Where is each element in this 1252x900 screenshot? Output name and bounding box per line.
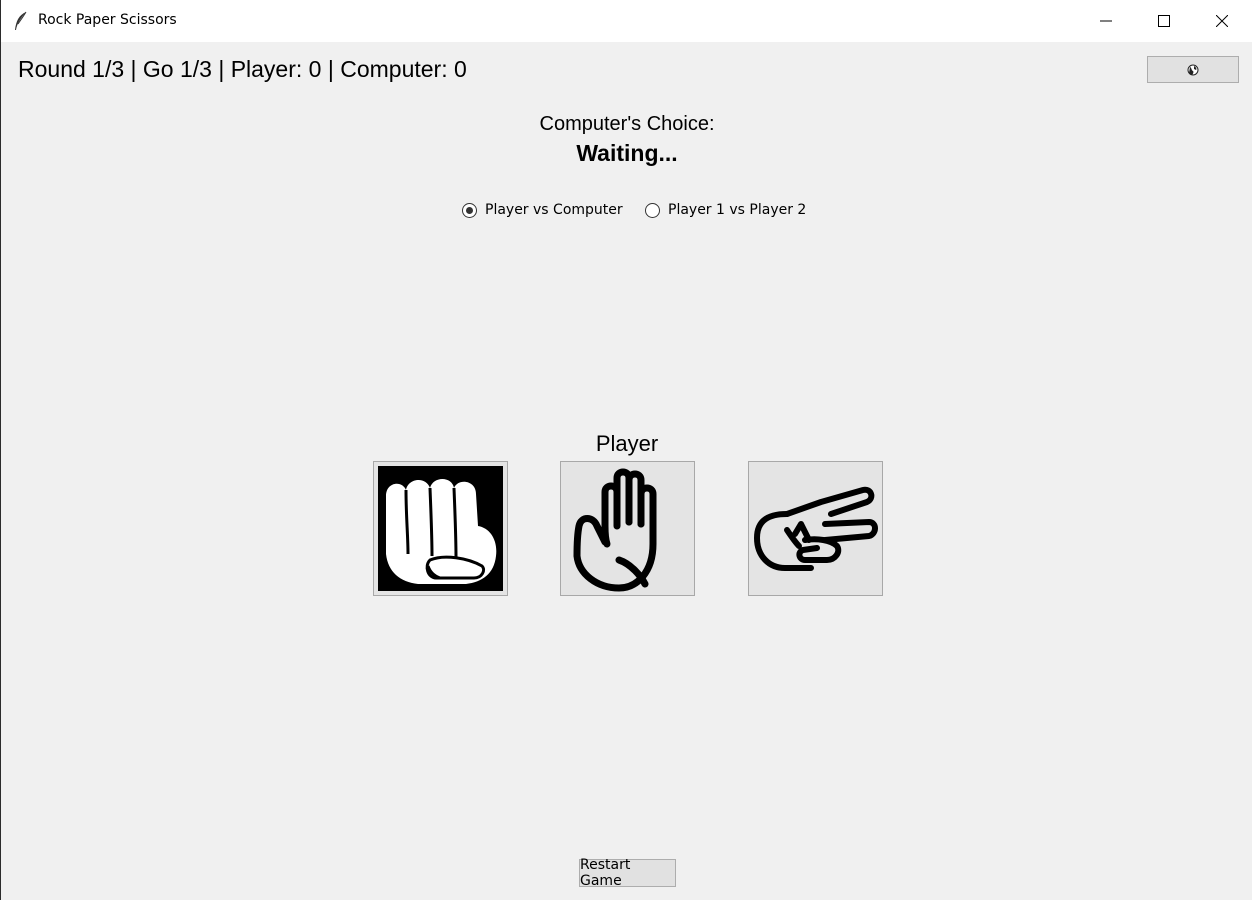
- app-window: Rock Paper Scissors Round 1/3 | Go 1/3 |…: [0, 0, 1252, 900]
- mode-radio-pvc[interactable]: Player vs Computer: [462, 199, 623, 221]
- minimize-icon: [1100, 20, 1112, 22]
- player-label: Player: [595, 431, 659, 456]
- radio-dot: [466, 206, 473, 214]
- close-button[interactable]: [1193, 0, 1251, 42]
- minimize-button[interactable]: [1077, 0, 1135, 42]
- paper-button[interactable]: [560, 461, 695, 596]
- mode-radio-label: Player 1 vs Player 2: [668, 202, 807, 218]
- close-icon: [1216, 15, 1228, 27]
- computer-choice-label: Computer's Choice:: [539, 113, 715, 135]
- restart-game-button[interactable]: Restart Game: [579, 857, 676, 889]
- maximize-icon: [1158, 15, 1170, 27]
- scissors-hand-icon: [753, 486, 878, 571]
- radio-button-unselected[interactable]: [645, 202, 660, 218]
- fist-icon: [378, 466, 503, 591]
- open-hand-icon: [573, 468, 656, 591]
- computer-choice-value: Waiting...: [576, 140, 678, 166]
- language-button[interactable]: [1147, 56, 1239, 83]
- maximize-button[interactable]: [1135, 0, 1193, 42]
- globe-icon: [1187, 64, 1199, 75]
- mode-radio-label: Player vs Computer: [485, 202, 623, 218]
- radio-button-selected[interactable]: [462, 202, 477, 218]
- scissors-button[interactable]: [748, 461, 883, 596]
- feather-icon: [13, 11, 29, 31]
- mode-radio-pvp[interactable]: Player 1 vs Player 2: [645, 199, 806, 221]
- rock-button[interactable]: [373, 461, 508, 596]
- score-status: Round 1/3 | Go 1/3 | Player: 0 | Compute…: [18, 56, 467, 82]
- title-bar[interactable]: Rock Paper Scissors: [1, 0, 1252, 42]
- window-title: Rock Paper Scissors: [38, 12, 177, 28]
